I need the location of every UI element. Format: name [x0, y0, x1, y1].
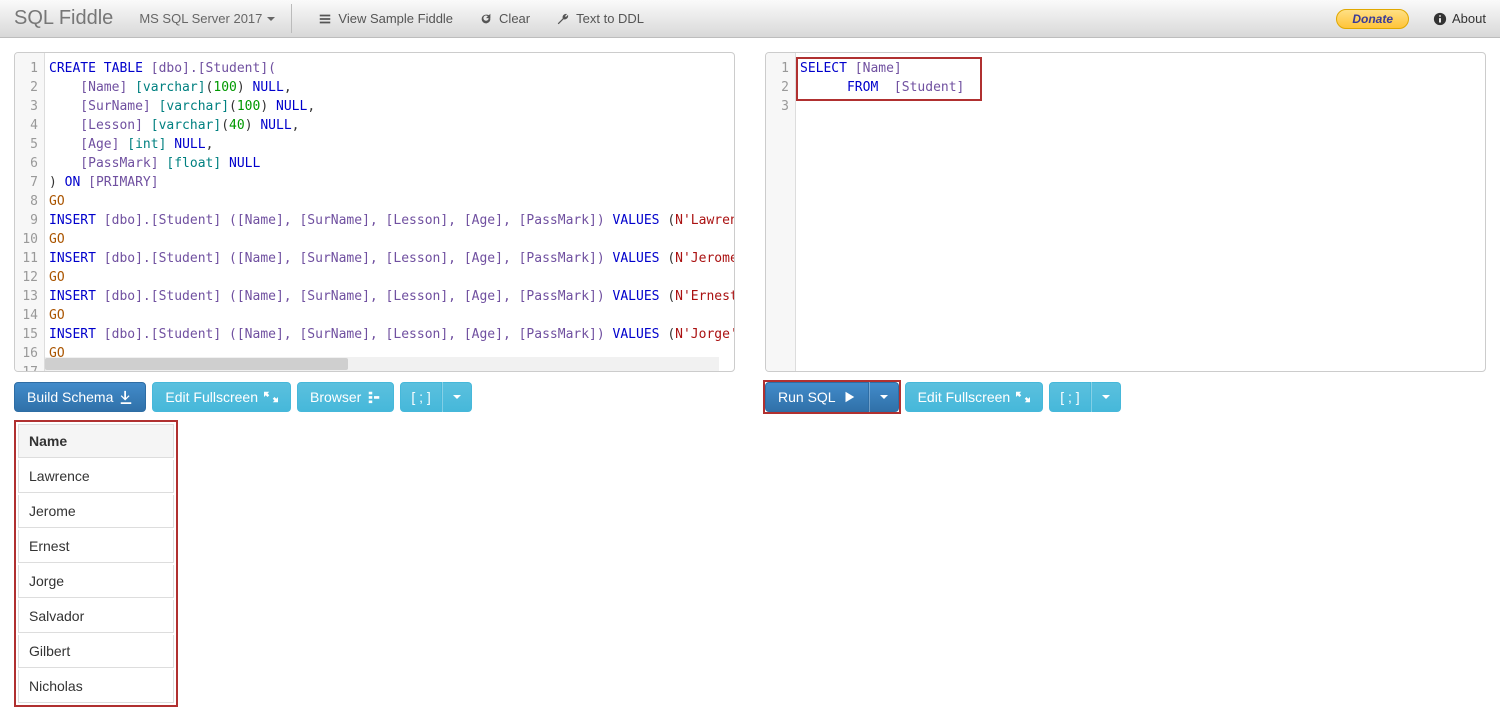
db-engine-dropdown[interactable]: MS SQL Server 2017: [139, 11, 275, 26]
button-label: Edit Fullscreen: [918, 389, 1011, 405]
schema-panel: 1234567891011121314151617 CREATE TABLE […: [14, 52, 735, 412]
run-sql-caret[interactable]: [869, 382, 899, 412]
table-row: Jerome: [18, 495, 174, 528]
cell-name: Lawrence: [18, 460, 174, 493]
run-sql-button[interactable]: Run SQL: [765, 382, 869, 412]
info-icon: [1433, 12, 1447, 26]
schema-terminator-caret[interactable]: [442, 382, 472, 412]
run-sql-group: Run SQL: [765, 382, 899, 412]
donate-button[interactable]: Donate: [1336, 9, 1409, 29]
top-navbar: SQL Fiddle MS SQL Server 2017 View Sampl…: [0, 0, 1500, 38]
table-row: Salvador: [18, 600, 174, 633]
button-label: [ ; ]: [1060, 389, 1079, 405]
schema-code[interactable]: CREATE TABLE [dbo].[Student]( [Name] [va…: [45, 53, 734, 357]
wrench-icon: [556, 12, 570, 26]
cell-name: Ernest: [18, 530, 174, 563]
text-to-ddl-link[interactable]: Text to DDL: [546, 0, 654, 37]
schema-terminator-group: [ ; ]: [400, 382, 471, 412]
play-icon: [842, 390, 856, 404]
list-icon: [318, 12, 332, 26]
clear-link[interactable]: Clear: [469, 0, 540, 37]
query-button-row: Run SQL Edit Fullscreen [ ; ]: [765, 382, 1486, 412]
query-editor[interactable]: 123 SELECT [Name] FROM [Student]: [765, 52, 1486, 372]
table-row: Ernest: [18, 530, 174, 563]
button-label: Browser: [310, 389, 361, 405]
cell-name: Jerome: [18, 495, 174, 528]
about-link[interactable]: About: [1433, 11, 1486, 26]
fullscreen-icon: [1016, 390, 1030, 404]
query-edit-fullscreen-button[interactable]: Edit Fullscreen: [905, 382, 1044, 412]
table-row: Jorge: [18, 565, 174, 598]
brand[interactable]: SQL Fiddle: [14, 7, 123, 30]
browser-button[interactable]: Browser: [297, 382, 394, 412]
button-label: Edit Fullscreen: [165, 389, 258, 405]
results-area: Name LawrenceJeromeErnestJorgeSalvadorGi…: [0, 420, 1500, 721]
schema-gutter: 1234567891011121314151617: [15, 53, 45, 371]
button-label: [ ; ]: [411, 389, 430, 405]
results-table: Name LawrenceJeromeErnestJorgeSalvadorGi…: [14, 420, 178, 707]
results-header: Name: [18, 424, 174, 458]
view-sample-fiddle-link[interactable]: View Sample Fiddle: [308, 0, 463, 37]
cell-name: Gilbert: [18, 635, 174, 668]
nav-link-label: About: [1452, 11, 1486, 26]
schema-edit-fullscreen-button[interactable]: Edit Fullscreen: [152, 382, 291, 412]
fullscreen-icon: [264, 390, 278, 404]
cell-name: Jorge: [18, 565, 174, 598]
query-terminator-button[interactable]: [ ; ]: [1049, 382, 1090, 412]
query-terminator-group: [ ; ]: [1049, 382, 1120, 412]
query-code[interactable]: SELECT [Name] FROM [Student]: [796, 53, 1485, 357]
build-schema-button[interactable]: Build Schema: [14, 382, 146, 412]
caret-down-icon: [267, 17, 275, 21]
editor-panels: 1234567891011121314151617 CREATE TABLE […: [0, 38, 1500, 420]
table-row: Lawrence: [18, 460, 174, 493]
query-gutter: 123: [766, 53, 796, 371]
button-label: Run SQL: [778, 389, 836, 405]
caret-down-icon: [880, 395, 888, 399]
query-terminator-caret[interactable]: [1091, 382, 1121, 412]
nav-link-label: Clear: [499, 11, 530, 26]
query-panel: 123 SELECT [Name] FROM [Student] Run SQL…: [765, 52, 1486, 412]
divider: [291, 4, 292, 33]
schema-button-row: Build Schema Edit Fullscreen Browser [ ;…: [14, 382, 735, 412]
caret-down-icon: [453, 395, 461, 399]
table-row: Nicholas: [18, 670, 174, 703]
cell-name: Salvador: [18, 600, 174, 633]
schema-terminator-button[interactable]: [ ; ]: [400, 382, 441, 412]
table-row: Gilbert: [18, 635, 174, 668]
db-engine-label: MS SQL Server 2017: [139, 11, 262, 26]
tree-icon: [367, 390, 381, 404]
scroll-thumb[interactable]: [45, 358, 348, 370]
download-icon: [119, 390, 133, 404]
caret-down-icon: [1102, 395, 1110, 399]
brand-text: SQL Fiddle: [14, 7, 113, 30]
nav-link-label: Text to DDL: [576, 11, 644, 26]
schema-editor[interactable]: 1234567891011121314151617 CREATE TABLE […: [14, 52, 735, 372]
refresh-icon: [479, 12, 493, 26]
button-label: Build Schema: [27, 389, 113, 405]
nav-link-label: View Sample Fiddle: [338, 11, 453, 26]
schema-hscroll[interactable]: [45, 357, 719, 371]
cell-name: Nicholas: [18, 670, 174, 703]
